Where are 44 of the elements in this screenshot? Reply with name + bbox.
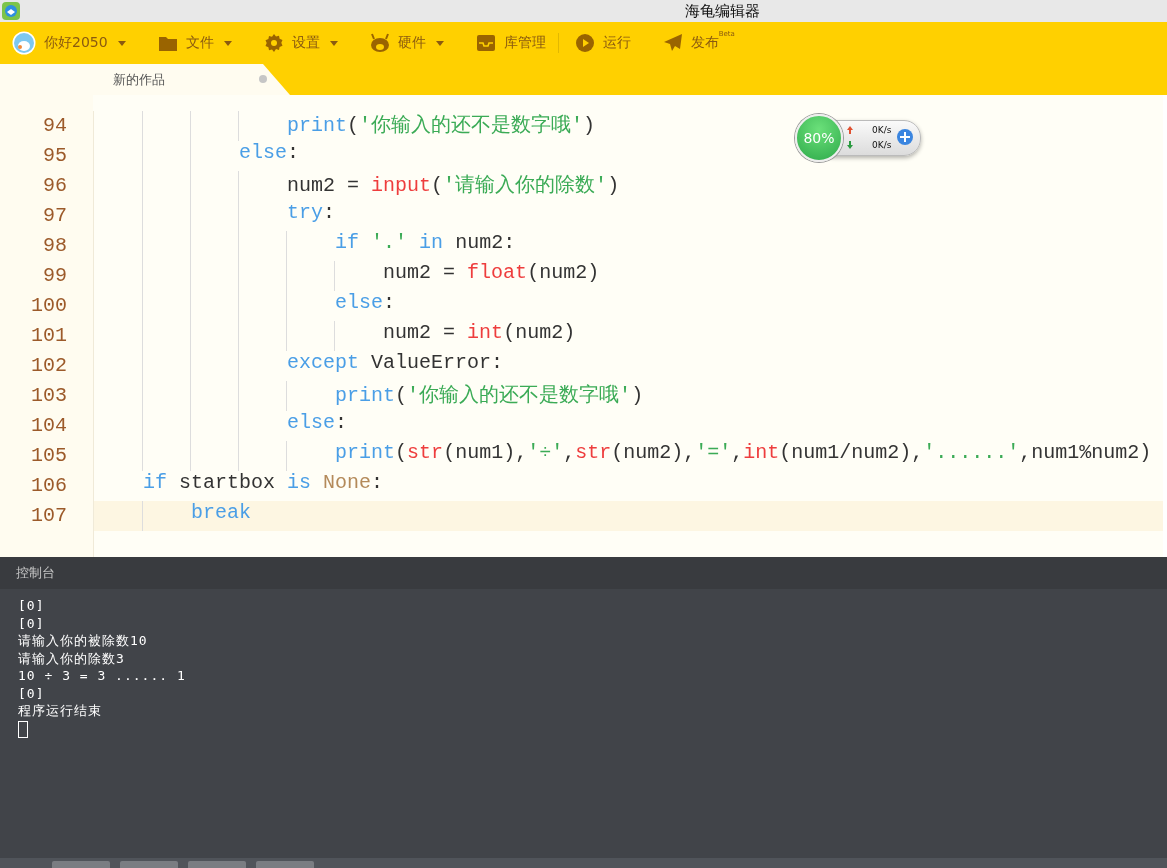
code-line: num2 = input('请输入你的除数') [94, 171, 1163, 201]
robot-icon [369, 33, 390, 53]
app-logo-icon [2, 2, 20, 20]
console-line: 10 ÷ 3 = 3 ...... 1 [18, 667, 186, 685]
send-icon [662, 33, 683, 53]
taskbar-button[interactable] [52, 861, 110, 868]
avatar-icon [12, 31, 36, 55]
menu-button[interactable]: 运行 [574, 33, 631, 53]
settings-icon [263, 33, 284, 53]
menu-button[interactable]: 发布$^{Beta}$ [662, 33, 735, 53]
up-arrow-icon [847, 126, 853, 134]
taskbar-button[interactable] [120, 861, 178, 868]
play-icon [574, 33, 595, 53]
code-line: except ValueError: [94, 351, 1163, 381]
console-line: 请输入你的除数3 [18, 649, 125, 667]
console-line: [0] [18, 614, 45, 632]
panel-title: 控制台 [16, 564, 55, 582]
menu-button[interactable]: 硬件 [369, 33, 444, 53]
file-tab[interactable]: 新的作品 [93, 64, 290, 95]
menu-button[interactable]: 设置 [263, 33, 338, 53]
window-title: 海龟编辑器 [685, 1, 760, 21]
code-line: else: [94, 291, 1163, 321]
plus-icon[interactable] [896, 128, 914, 146]
console-line: [0] [18, 684, 45, 702]
code-line: num2 = float(num2) [94, 261, 1163, 291]
code-line: if '.' in num2: [94, 231, 1163, 261]
menu-button[interactable]: 你好2050 [12, 31, 126, 55]
menu-button[interactable]: 库管理 [475, 33, 559, 53]
taskbar-button[interactable] [188, 861, 246, 868]
download-speed: 0K/s [872, 140, 892, 150]
code-line: print('你输入的还不是数字哦') [94, 381, 1163, 411]
code-line: try: [94, 201, 1163, 231]
code-line: if startbox is None: [142, 471, 385, 496]
inbox-icon [475, 33, 496, 53]
code-line: print(str(num1),'÷',str(num2),'=',int(num1/num2),'......',num1%num2) [94, 441, 1163, 471]
code-line: else: [94, 411, 1163, 441]
console-line: 请输入你的被除数10 [18, 632, 148, 650]
menu-button[interactable]: 文件 [157, 33, 232, 53]
down-arrow-icon [847, 141, 853, 149]
taskbar-button[interactable] [256, 861, 314, 868]
console-line: [0] [18, 597, 45, 615]
upload-speed: 0K/s [872, 125, 892, 135]
code-line: num2 = int(num2) [94, 321, 1163, 351]
console-line: 程序运行结束 [18, 702, 102, 720]
